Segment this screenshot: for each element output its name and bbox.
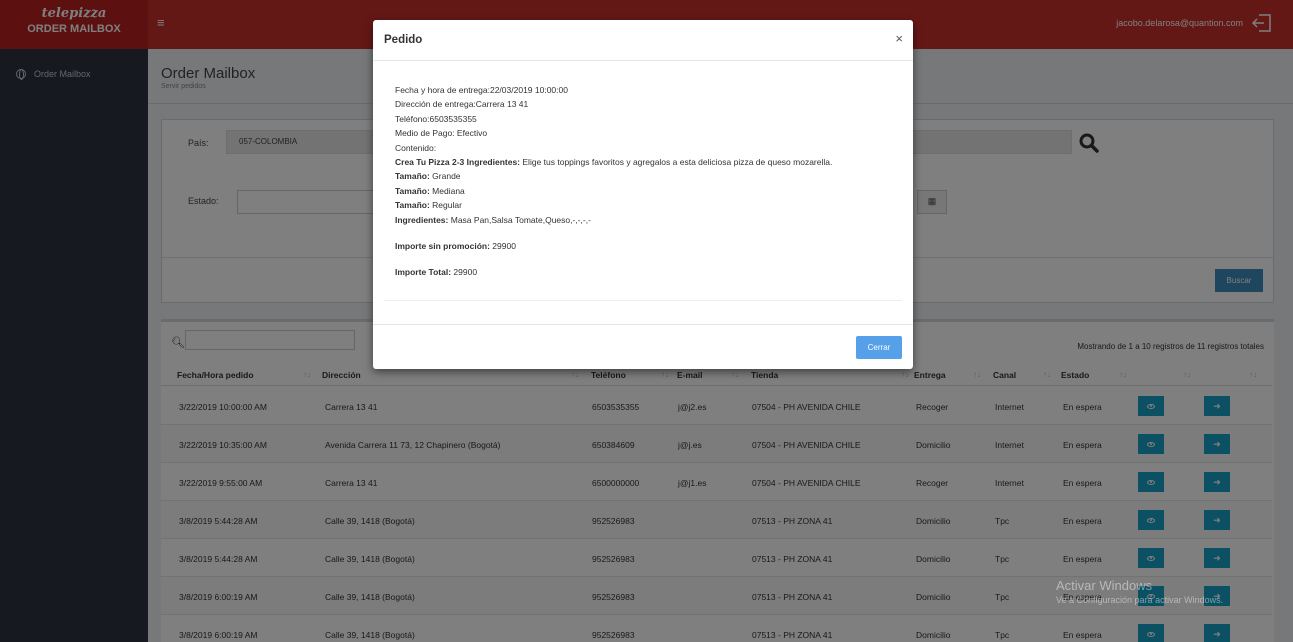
ingredientes-value: Masa Pan,Salsa Tomate,Queso,-,-,-,- bbox=[450, 214, 591, 225]
ingredientes-line: Ingredientes: Masa Pan,Salsa Tomate,Ques… bbox=[395, 213, 895, 227]
tamano-value: Regular bbox=[432, 200, 462, 211]
tamano-value: Mediana bbox=[432, 185, 465, 196]
order-modal: Pedido × Fecha y hora de entrega:22/03/2… bbox=[373, 20, 913, 369]
fecha-entrega: Fecha y hora de entrega:22/03/2019 10:00… bbox=[395, 85, 568, 95]
medio-pago: Medio de Pago: Efectivo bbox=[395, 128, 488, 139]
divider bbox=[384, 300, 902, 301]
close-icon[interactable]: × bbox=[895, 31, 903, 46]
modal-title: Pedido bbox=[384, 34, 423, 46]
importe-sin-value: 29900 bbox=[492, 241, 516, 252]
tamano-label: Tamaño: bbox=[395, 185, 430, 196]
direccion-entrega: Dirección de entrega:Carrera 13 41 bbox=[395, 99, 529, 110]
importe-total-value: 29900 bbox=[453, 267, 478, 278]
importe-total-label: Importe Total: bbox=[395, 267, 452, 278]
producto-desc: Elige tus toppings favoritos y agregalos… bbox=[522, 157, 833, 168]
contenido-label: Contenido: bbox=[395, 142, 437, 153]
modal-header: Pedido × bbox=[373, 20, 913, 61]
cerrar-button[interactable]: Cerrar bbox=[856, 336, 902, 359]
telefono: Teléfono:6503535355 bbox=[395, 113, 477, 124]
importe-sin-line: Importe sin promoción: 29900 bbox=[395, 239, 895, 253]
tamano-value: Grande bbox=[432, 171, 461, 182]
windows-watermark-title: Activar Windows bbox=[1056, 578, 1153, 593]
tamano-line: Tamaño: Regular bbox=[395, 198, 895, 212]
windows-watermark-subtitle: Ve a Configuración para activar Windows. bbox=[1056, 595, 1224, 605]
tamano-label: Tamaño: bbox=[395, 200, 430, 211]
tamano-label: Tamaño: bbox=[395, 171, 430, 182]
importe-total-line: Importe Total: 29900 bbox=[395, 265, 895, 279]
tamano-line: Tamaño: Mediana bbox=[395, 184, 895, 198]
producto-label: Crea Tu Pizza 2-3 Ingredientes: bbox=[395, 157, 521, 168]
tamano-line: Tamaño: Grande bbox=[395, 169, 895, 183]
ingredientes-label: Ingredientes: bbox=[395, 214, 449, 225]
importe-sin-label: Importe sin promoción: bbox=[395, 241, 490, 252]
producto-line: Crea Tu Pizza 2-3 Ingredientes: Elige tu… bbox=[395, 155, 895, 169]
divider bbox=[373, 324, 913, 325]
modal-body: Fecha y hora de entrega:22/03/2019 10:00… bbox=[395, 83, 895, 280]
